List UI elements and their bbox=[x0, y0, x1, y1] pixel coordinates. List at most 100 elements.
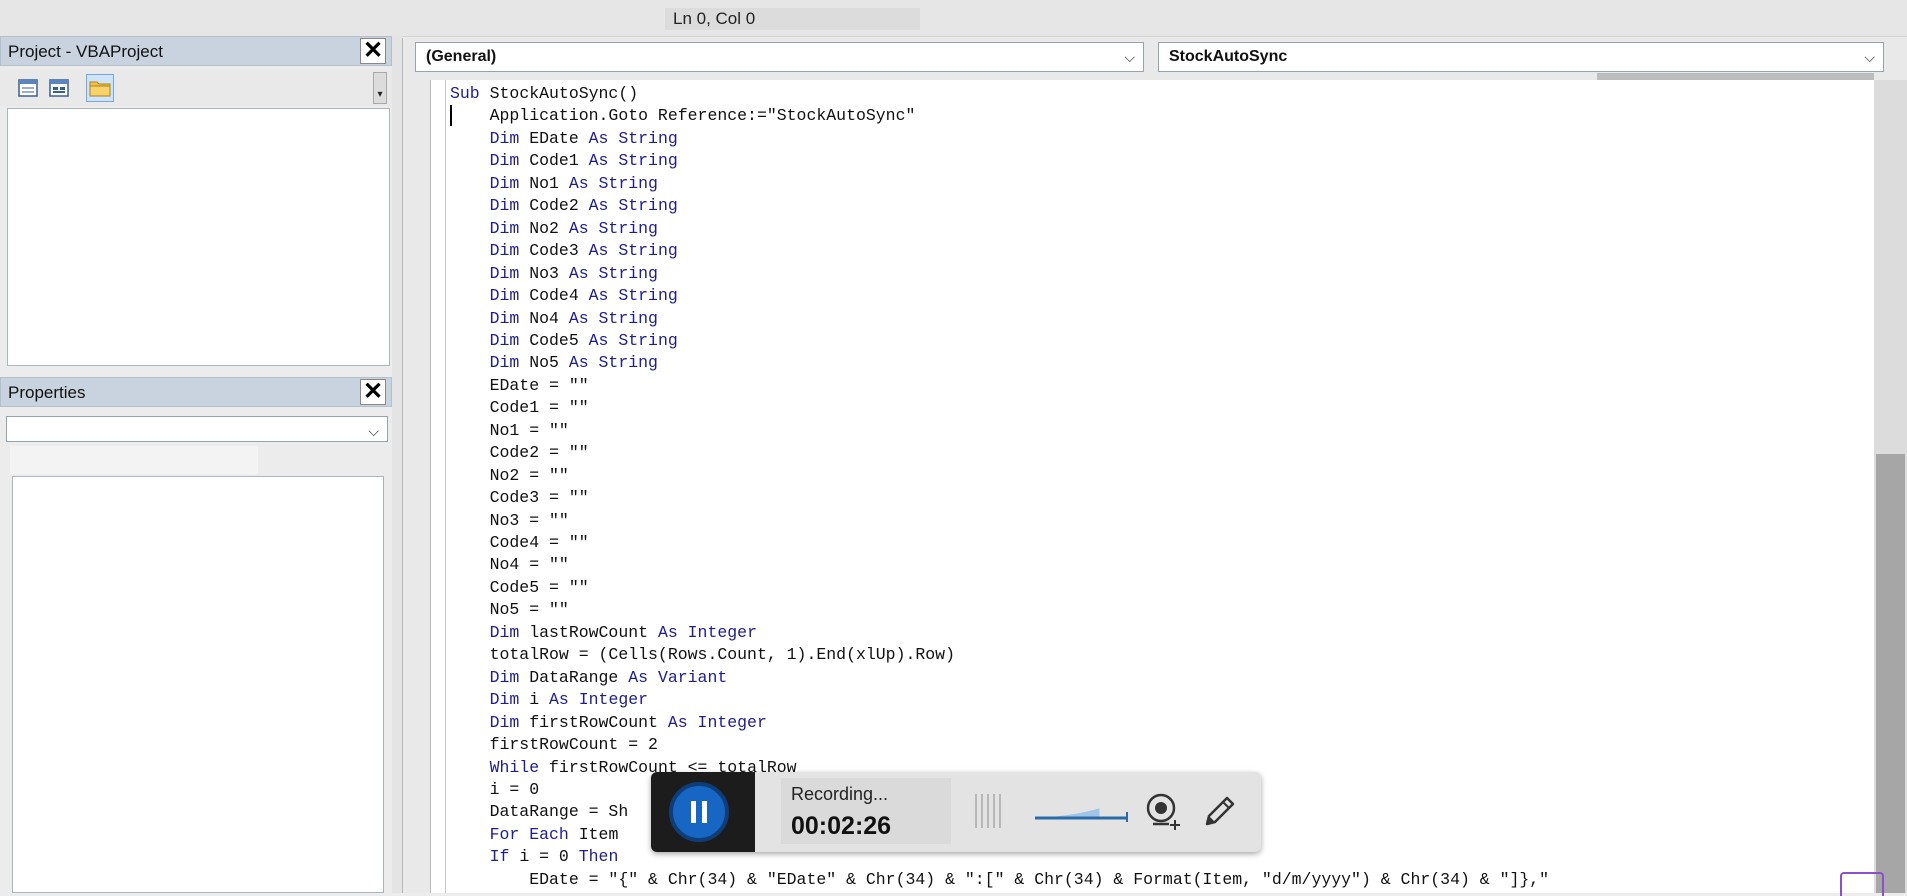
properties-close-icon[interactable]: ✕ bbox=[360, 379, 386, 405]
code-keyword: As String bbox=[588, 286, 678, 306]
drag-handle[interactable] bbox=[975, 794, 1005, 828]
code-line[interactable]: For Each Item bbox=[450, 824, 619, 846]
code-line[interactable]: Dim Code2 As String bbox=[450, 195, 678, 217]
toggle-folders-button[interactable] bbox=[86, 74, 114, 102]
code-text: Code3 = "" bbox=[450, 488, 589, 508]
toolbar-overflow-button[interactable]: ▾ bbox=[373, 72, 387, 104]
chevron-down-icon: ⌵ bbox=[1124, 49, 1135, 65]
code-line[interactable]: Code5 = "" bbox=[450, 577, 589, 599]
code-line[interactable]: Dim No4 As String bbox=[450, 308, 658, 330]
code-text: Code5 bbox=[529, 330, 589, 350]
code-text: No5 bbox=[529, 353, 569, 373]
code-line[interactable]: Dim Code5 As String bbox=[450, 330, 678, 352]
code-keyword: As String bbox=[568, 263, 658, 283]
object-combo-value: (General) bbox=[426, 48, 497, 65]
code-keyword: As String bbox=[568, 353, 658, 373]
code-keyword: As String bbox=[568, 218, 658, 238]
code-text: i bbox=[529, 690, 550, 710]
properties-object-combo[interactable]: ⌵ bbox=[6, 416, 388, 442]
code-line[interactable]: EDate = "{" & Chr(34) & "EDate" & Chr(34… bbox=[450, 869, 1549, 891]
recorder-control-block bbox=[651, 772, 755, 852]
screen-recorder-widget: Recording... 00:02:26 bbox=[651, 772, 1261, 852]
code-line[interactable]: No2 = "" bbox=[450, 465, 569, 487]
code-text: Code3 bbox=[529, 241, 589, 261]
code-line[interactable]: Dim No5 As String bbox=[450, 352, 658, 374]
code-keyword: Dim bbox=[450, 308, 530, 328]
code-keyword: Dim bbox=[450, 196, 530, 216]
properties-pane-title-text: Properties bbox=[8, 383, 86, 402]
webcam-icon[interactable] bbox=[1141, 790, 1185, 834]
code-line[interactable]: No1 = "" bbox=[450, 420, 569, 442]
pane-splitter[interactable] bbox=[392, 36, 402, 893]
view-code-icon bbox=[18, 79, 38, 97]
code-line[interactable]: Dim No1 As String bbox=[450, 173, 658, 195]
recorder-info: Recording... 00:02:26 bbox=[781, 778, 951, 844]
code-line[interactable]: No4 = "" bbox=[450, 554, 569, 576]
code-line[interactable]: firstRowCount = 2 bbox=[450, 734, 658, 756]
properties-tabs[interactable] bbox=[10, 446, 258, 474]
pause-icon bbox=[691, 801, 696, 823]
code-line[interactable]: If i = 0 Then bbox=[450, 846, 619, 868]
code-line[interactable]: Code3 = "" bbox=[450, 487, 589, 509]
code-line[interactable]: Dim i As Integer bbox=[450, 689, 648, 711]
code-line[interactable]: Dim No3 As String bbox=[450, 263, 658, 285]
project-tree[interactable] bbox=[7, 108, 390, 366]
code-keyword: Dim bbox=[450, 128, 530, 148]
code-line[interactable]: Dim Code3 As String bbox=[450, 240, 678, 262]
code-line[interactable]: Sub StockAutoSync() bbox=[450, 83, 638, 105]
procedure-combo[interactable]: StockAutoSync ⌵ bbox=[1158, 42, 1884, 72]
code-line[interactable]: Dim No2 As String bbox=[450, 218, 658, 240]
vertical-scrollbar[interactable] bbox=[1874, 80, 1907, 893]
properties-pane-title: Properties bbox=[0, 377, 392, 407]
code-text: No2 = "" bbox=[450, 465, 569, 485]
code-keyword: Sub bbox=[450, 84, 490, 103]
code-line[interactable]: Dim Code4 As String bbox=[450, 285, 678, 307]
view-code-button[interactable] bbox=[14, 74, 42, 102]
code-line[interactable]: EDate = "" bbox=[450, 375, 589, 397]
code-margin-indicator-bar[interactable] bbox=[431, 80, 446, 893]
code-line[interactable]: No5 = "" bbox=[450, 599, 569, 621]
recording-timer: 00:02:26 bbox=[791, 812, 892, 840]
pause-icon bbox=[702, 801, 707, 823]
code-line[interactable]: Dim DataRange As Variant bbox=[450, 667, 728, 689]
code-text: lastRowCount bbox=[529, 622, 658, 642]
code-keyword: Dim bbox=[450, 263, 530, 283]
code-text: Item bbox=[578, 824, 619, 844]
code-line[interactable]: Code1 = "" bbox=[450, 397, 589, 419]
code-text: No1 bbox=[529, 173, 569, 193]
code-line[interactable]: No3 = "" bbox=[450, 510, 569, 532]
project-close-icon[interactable]: ✕ bbox=[360, 38, 386, 64]
code-line[interactable]: Code2 = "" bbox=[450, 442, 589, 464]
code-keyword: As String bbox=[568, 308, 658, 328]
scrollbar-thumb[interactable] bbox=[1876, 454, 1905, 893]
code-keyword: Dim bbox=[450, 218, 530, 238]
code-line[interactable]: Code4 = "" bbox=[450, 532, 589, 554]
code-keyword: As String bbox=[588, 128, 678, 148]
view-object-button[interactable] bbox=[45, 74, 73, 102]
code-text: No4 = "" bbox=[450, 555, 569, 575]
code-line[interactable]: Dim lastRowCount As Integer bbox=[450, 622, 757, 644]
code-keyword: Dim bbox=[450, 712, 530, 732]
code-keyword: As String bbox=[588, 241, 678, 261]
properties-grid[interactable] bbox=[12, 476, 384, 893]
code-keyword: If bbox=[450, 847, 520, 867]
code-text: No4 bbox=[529, 308, 569, 328]
code-keyword: Dim bbox=[450, 353, 530, 373]
code-line[interactable]: Dim firstRowCount As Integer bbox=[450, 712, 767, 734]
code-line[interactable]: Application.Goto Reference:="StockAutoSy… bbox=[450, 105, 916, 127]
pause-button[interactable] bbox=[669, 782, 729, 842]
code-text: DataRange bbox=[529, 667, 629, 687]
code-line[interactable]: Dim EDate As String bbox=[450, 128, 678, 150]
code-line[interactable]: Dim Code1 As String bbox=[450, 150, 678, 172]
code-line[interactable]: totalRow = (Cells(Rows.Count, 1).End(xlU… bbox=[450, 644, 955, 666]
project-pane-title-text: Project - VBAProject bbox=[8, 42, 163, 61]
code-text: Code1 bbox=[529, 151, 589, 171]
code-keyword: Dim bbox=[450, 286, 530, 306]
code-line[interactable]: i = 0 bbox=[450, 779, 540, 801]
volume-slider[interactable] bbox=[1033, 790, 1133, 834]
project-toolbar: ▾ bbox=[0, 70, 392, 106]
pen-icon[interactable] bbox=[1197, 790, 1241, 834]
code-keyword: As Integer bbox=[667, 712, 767, 732]
code-keyword: Dim bbox=[450, 622, 530, 642]
object-combo[interactable]: (General) ⌵ bbox=[415, 42, 1144, 72]
